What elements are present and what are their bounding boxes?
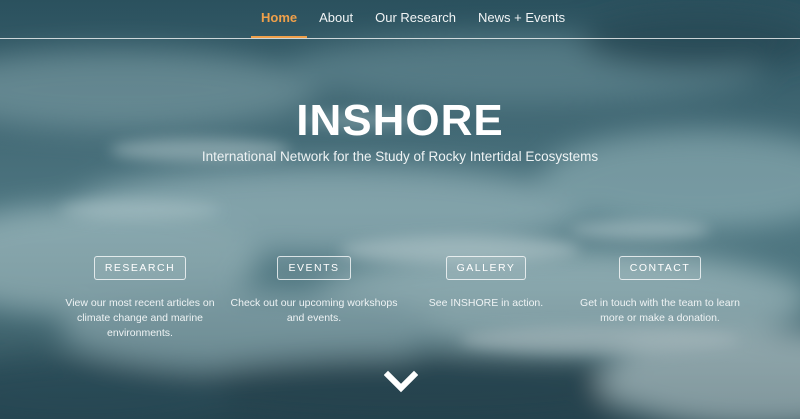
background-overlay [0, 0, 800, 419]
site-title: INSHORE [296, 96, 504, 145]
gallery-button[interactable]: GALLERY [445, 256, 527, 280]
site-subtitle: International Network for the Study of R… [201, 149, 599, 164]
nav-item-home[interactable]: Home [251, 0, 308, 38]
events-description: Check out our upcoming workshops and eve… [230, 297, 398, 324]
contact-button[interactable]: CONTACT [618, 256, 702, 280]
gallery-description: See INSHORE in action. [428, 297, 544, 309]
feature-events: EVENTS Check out our upcoming workshops … [224, 256, 404, 326]
research-button[interactable]: RESEARCH [93, 256, 187, 280]
nav-item-about[interactable]: About [309, 0, 363, 38]
feature-contact: CONTACT Get in touch with the team to le… [570, 256, 750, 326]
research-description: View our most recent articles on climate… [65, 297, 215, 339]
top-navigation: Home About Our Research News + Events [0, 0, 800, 39]
chevron-down-icon[interactable] [384, 370, 418, 394]
feature-research: RESEARCH View our most recent articles o… [50, 256, 230, 341]
hero-section: Home About Our Research News + Events IN… [0, 0, 800, 419]
nav-item-our-research[interactable]: Our Research [365, 0, 466, 38]
events-button[interactable]: EVENTS [277, 256, 351, 280]
nav-menu: Home About Our Research News + Events [251, 0, 577, 38]
nav-item-news-events[interactable]: News + Events [468, 0, 575, 38]
contact-description: Get in touch with the team to learn more… [580, 297, 740, 324]
feature-gallery: GALLERY See INSHORE in action. [396, 256, 576, 311]
